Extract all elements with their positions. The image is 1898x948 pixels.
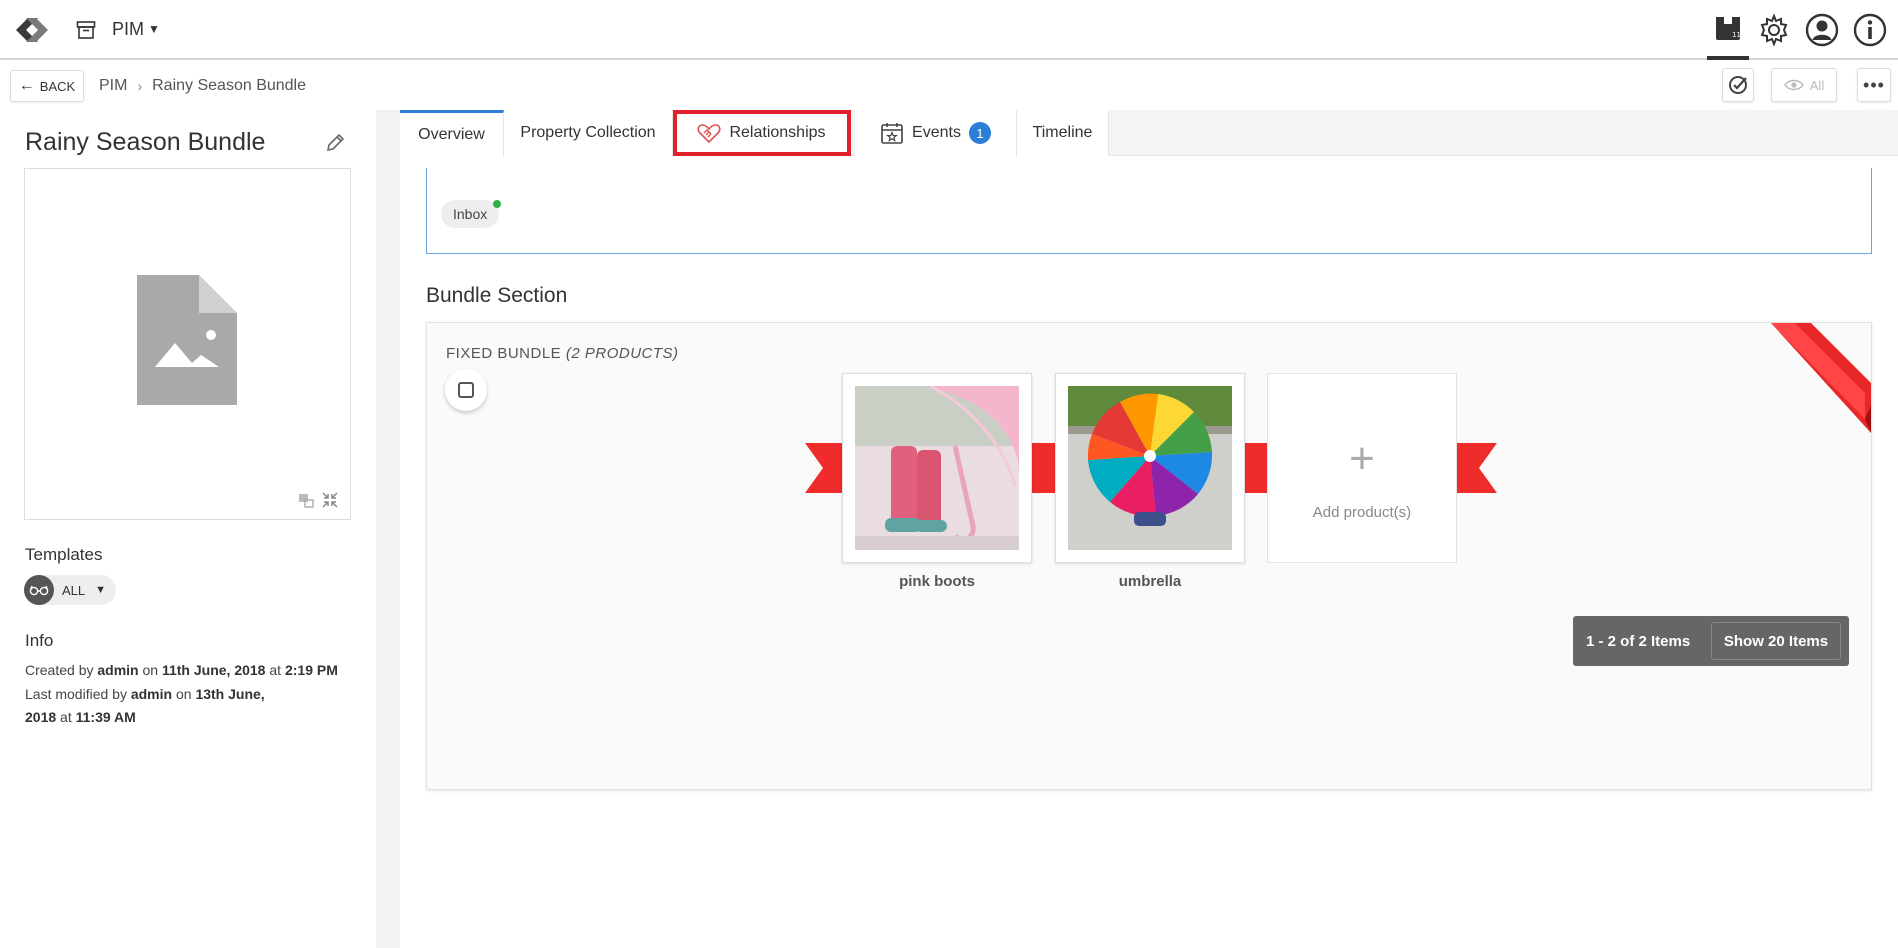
collapse-icon[interactable]	[321, 491, 339, 509]
back-button[interactable]: ← BACK	[10, 70, 84, 102]
pencil-icon[interactable]	[324, 132, 346, 154]
product-card-pink-boots[interactable]	[842, 373, 1032, 563]
active-indicator	[1707, 56, 1749, 60]
select-all-checkbox[interactable]	[445, 369, 487, 411]
created-prefix: Created by	[25, 662, 94, 678]
breadcrumb-item-pim[interactable]: PIM	[99, 77, 127, 95]
created-info: Created by admin on 11th June, 2018 at 2…	[25, 662, 338, 678]
info-label: Info	[25, 631, 54, 650]
gift-ribbon-corner-icon	[1771, 323, 1871, 433]
caret-down-icon[interactable]: ▼	[148, 22, 160, 36]
more-icon: •••	[1863, 74, 1885, 95]
back-button-label: BACK	[39, 78, 76, 94]
checkbox-icon	[458, 382, 474, 398]
inbox-chip-label: Inbox	[453, 206, 488, 222]
bundle-label: FIXED BUNDLE (2 PRODUCTS)	[446, 345, 679, 362]
left-panel: Rainy Season Bundle Templates ALL ▼ Info…	[0, 110, 376, 948]
archive-icon[interactable]	[76, 20, 96, 40]
glasses-icon	[24, 575, 54, 605]
check-button[interactable]	[1722, 68, 1754, 102]
caret-down-icon: ▼	[95, 584, 107, 596]
ribbon-left-tail-icon	[805, 443, 845, 493]
app-logo-icon[interactable]	[10, 12, 54, 48]
template-selector[interactable]: ALL ▼	[24, 575, 116, 605]
modified-on-word: on	[175, 686, 192, 702]
tab-events-label: Events	[912, 124, 961, 141]
status-card: Inbox	[426, 168, 1872, 254]
plus-icon: +	[1349, 434, 1375, 483]
check-circle-icon	[1729, 76, 1747, 94]
tab-overview[interactable]: Overview	[400, 110, 504, 156]
inbox-chip[interactable]: Inbox	[441, 200, 502, 228]
tab-relationships-label: Relationships	[729, 124, 826, 141]
bundle-type-label: FIXED BUNDLE	[446, 345, 562, 362]
bundle-section-title: Bundle Section	[426, 284, 568, 307]
modified-at-word: at	[60, 709, 72, 725]
created-at-word: at	[269, 662, 282, 678]
modified-prefix: Last modified by	[25, 686, 127, 702]
modified-info-cont: 2018 at 11:39 AM	[25, 709, 136, 725]
modified-date: 13th June,	[195, 686, 265, 702]
tab-relationships[interactable]: Relationships	[673, 110, 851, 156]
more-options-button[interactable]: •••	[1857, 68, 1891, 102]
calendar-star-icon	[881, 123, 903, 144]
created-time: 2:19 PM	[284, 662, 338, 678]
tab-property-collection-label: Property Collection	[520, 124, 656, 141]
tab-events[interactable]: Events 1	[855, 110, 1017, 156]
product-name[interactable]: pink boots	[842, 573, 1032, 590]
ribbon-right-tail-icon	[1457, 443, 1497, 493]
modified-year: 2018	[25, 709, 57, 725]
view-filter-label: All	[1809, 77, 1825, 93]
tab-timeline[interactable]: Timeline	[1017, 110, 1109, 156]
breadcrumb: PIM › Rainy Season Bundle	[99, 77, 306, 95]
template-value: ALL	[62, 582, 86, 598]
tab-property-collection[interactable]: Property Collection	[504, 110, 673, 156]
bundle-icon[interactable]: 11	[1710, 12, 1746, 48]
templates-label: Templates	[25, 545, 103, 564]
status-dot	[493, 200, 502, 208]
bundle-card: FIXED BUNDLE (2 PRODUCTS) pink boots umb…	[426, 322, 1872, 790]
bundle-count-label: (2 PRODUCTS)	[565, 345, 679, 362]
app-switcher-label[interactable]: PIM	[112, 19, 144, 40]
entity-image-box[interactable]	[24, 168, 351, 520]
created-date: 11th June, 2018	[161, 662, 266, 678]
main-content: Overview Property Collection Relationshi…	[400, 110, 1898, 948]
page-size-button[interactable]: Show 20 Items	[1711, 622, 1841, 660]
umbrella-photo	[1068, 386, 1232, 550]
replace-image-icon[interactable]	[297, 491, 315, 509]
user-icon[interactable]	[1804, 12, 1840, 48]
events-count-badge: 1	[968, 122, 991, 144]
modified-time: 11:39 AM	[75, 709, 136, 725]
modified-info: Last modified by admin on 13th June,	[25, 686, 265, 702]
pink-boots-photo	[855, 386, 1019, 550]
pagination-count: 1 - 2 of 2 Items	[1586, 632, 1691, 650]
tab-timeline-label: Timeline	[1032, 124, 1093, 141]
product-name[interactable]: umbrella	[1055, 573, 1245, 590]
pagination-bar: 1 - 2 of 2 Items Show 20 Items	[1573, 616, 1849, 666]
panel-gutter	[376, 110, 400, 948]
image-placeholder-icon	[137, 275, 237, 405]
tab-overview-label: Overview	[418, 125, 485, 143]
svg-text:11: 11	[1732, 31, 1741, 39]
created-by: admin	[97, 662, 139, 678]
gear-icon[interactable]	[1756, 12, 1792, 48]
eye-icon	[1783, 79, 1804, 91]
product-card-umbrella[interactable]	[1055, 373, 1245, 563]
handshake-heart-icon	[697, 124, 721, 144]
breadcrumb-item-current: Rainy Season Bundle	[152, 77, 307, 94]
info-icon[interactable]	[1852, 12, 1888, 48]
chevron-right-icon: ›	[137, 78, 143, 94]
view-filter-button[interactable]: All	[1771, 68, 1837, 102]
modified-by: admin	[130, 686, 173, 702]
entity-title: Rainy Season Bundle	[25, 128, 266, 156]
add-product-label: Add product(s)	[1312, 504, 1412, 521]
created-on-word: on	[142, 662, 159, 678]
top-bar: PIM ▼ 11	[0, 0, 1898, 60]
add-product-button[interactable]: + Add product(s)	[1267, 373, 1457, 563]
arrow-left-icon: ←	[18, 77, 35, 94]
sub-bar: ← BACK PIM › Rainy Season Bundle All •••	[0, 62, 1898, 110]
